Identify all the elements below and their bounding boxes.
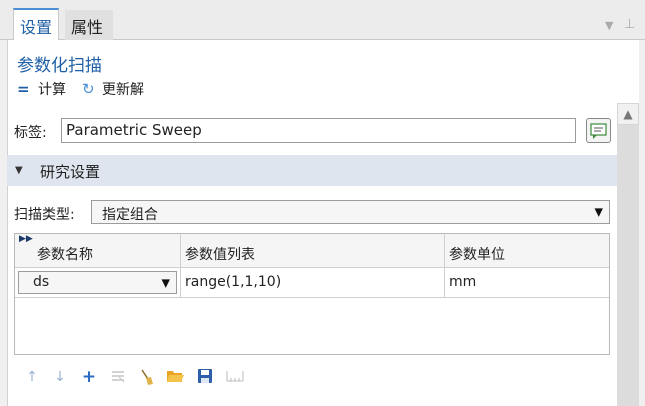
table-header-values[interactable]: 参数值列表 [181, 234, 445, 268]
collapse-icon[interactable]: ▼ [15, 165, 23, 176]
section-title: 研究设置 [40, 163, 101, 181]
refresh-icon: ↻ [82, 80, 95, 98]
delete-list-icon[interactable] [109, 368, 127, 386]
clear-broom-icon[interactable] [138, 368, 156, 386]
triangle-down-icon[interactable]: ▼ [605, 19, 613, 32]
pin-icon[interactable]: ⊥ [624, 17, 635, 32]
tab-properties[interactable]: 属性 [65, 10, 113, 40]
scroll-up-icon[interactable]: ▲ [617, 103, 639, 125]
equals-icon: = [17, 80, 30, 98]
arrow-up-icon[interactable]: ↑ [23, 368, 41, 386]
open-folder-icon[interactable] [166, 368, 184, 386]
dropdown-arrow-icon: ▼ [594, 205, 603, 219]
parameter-unit-cell[interactable]: mm [445, 268, 609, 298]
parameter-table: ▶▶ 参数名称 参数值列表 参数单位 ds ▼ range(1,1,10) mm [14, 233, 610, 355]
label-field-label: 标签: [14, 125, 47, 141]
comment-icon [590, 123, 607, 139]
save-icon[interactable] [196, 368, 214, 386]
parameter-values-cell[interactable]: range(1,1,10) [181, 268, 445, 298]
sweep-type-label: 扫描类型: [14, 207, 75, 223]
add-icon[interactable]: + [80, 368, 98, 386]
update-label: 更新解 [102, 82, 145, 98]
sweep-type-select[interactable]: 指定组合 ▼ [91, 200, 610, 224]
scrollbar[interactable] [617, 103, 639, 406]
range-icon[interactable] [225, 368, 244, 386]
label-input[interactable]: Parametric Sweep [61, 118, 576, 143]
parameter-name-select[interactable]: ds ▼ [18, 271, 177, 294]
compute-label: 计算 [38, 82, 67, 98]
sweep-type-value: 指定组合 [102, 207, 158, 223]
comment-button[interactable] [586, 118, 611, 143]
parameter-name-value: ds [33, 274, 50, 290]
update-solution-button[interactable]: ↻ 更新解 [82, 79, 144, 99]
arrow-down-icon[interactable]: ↓ [51, 368, 69, 386]
table-row: ds ▼ [15, 268, 181, 298]
expand-icon[interactable]: ▶▶ [19, 234, 33, 244]
page-title: 参数化扫描 [17, 56, 102, 76]
compute-button[interactable]: = 计算 [17, 79, 66, 99]
table-header-name[interactable]: ▶▶ 参数名称 [15, 234, 181, 268]
table-header-unit[interactable]: 参数单位 [445, 234, 609, 268]
tab-settings[interactable]: 设置 [13, 8, 59, 41]
dropdown-arrow-icon: ▼ [161, 276, 170, 289]
